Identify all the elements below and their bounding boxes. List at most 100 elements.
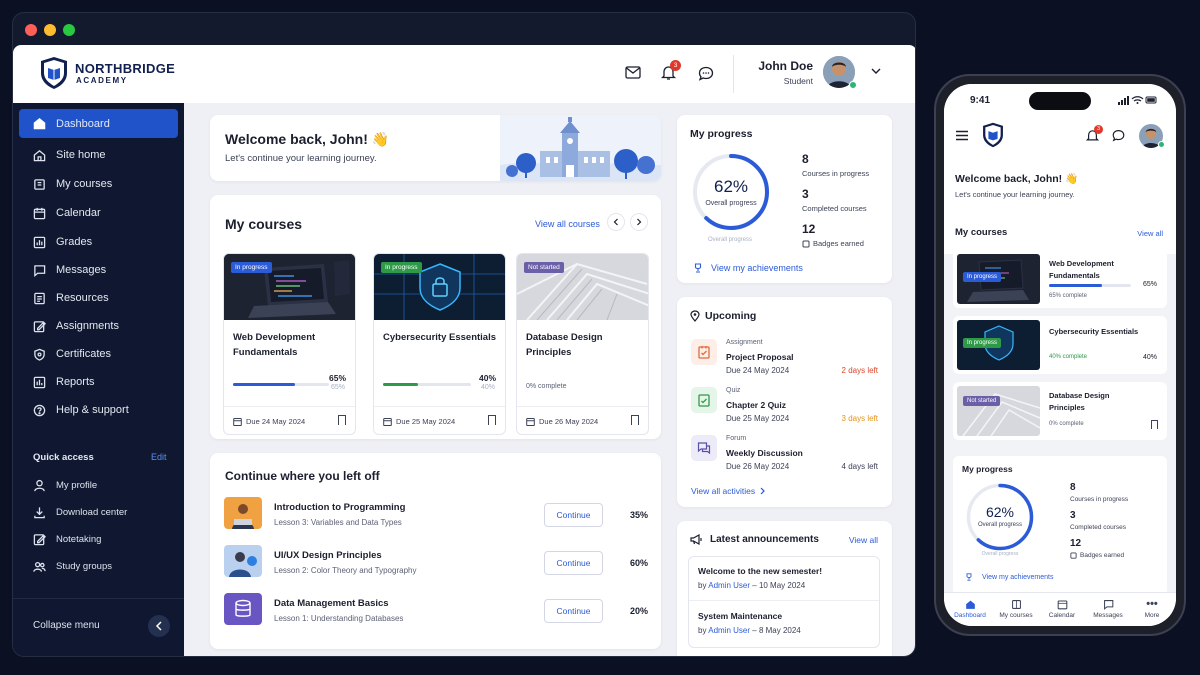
view-all-courses-link[interactable]: View all courses — [535, 219, 600, 229]
sidebar-item-label: My courses — [56, 178, 113, 190]
course-progress-ghost: 40% — [480, 384, 495, 391]
phone-course-card[interactable]: In progress Web Development Fundamentals… — [953, 250, 1167, 308]
book-icon — [1011, 600, 1021, 609]
phone-stat-number: 8 — [1070, 482, 1076, 493]
courses-prev-button[interactable] — [607, 213, 625, 231]
quick-access-edit-link[interactable]: Edit — [151, 452, 167, 462]
upcoming-card: Upcoming Assignment Project Proposal Due… — [677, 297, 892, 507]
course-card[interactable]: In progress Web Development Fundamentals… — [223, 253, 356, 435]
mail-icon[interactable] — [625, 66, 641, 79]
tab-dashboard[interactable]: Dashboard — [950, 599, 990, 619]
upcoming-name[interactable]: Project Proposal — [726, 352, 794, 362]
quick-item-my-profile[interactable]: My profile — [19, 479, 178, 492]
phone-chat-icon[interactable] — [1112, 129, 1125, 142]
collapse-menu-button[interactable] — [148, 615, 170, 637]
lesson-thumbnail — [224, 545, 262, 577]
announcements-header: Latest announcements — [690, 534, 819, 545]
view-all-activities-text: View all activities — [691, 486, 756, 496]
tab-label: Messages — [1093, 612, 1123, 619]
tab-calendar[interactable]: Calendar — [1042, 599, 1082, 619]
sidebar-item-site-home[interactable]: Site home — [19, 143, 178, 167]
course-progress-percent: 65% — [328, 373, 346, 383]
minimize-window-button[interactable] — [44, 24, 56, 36]
phone-view-all-link[interactable]: View all — [1137, 229, 1163, 238]
stat-label: Badges earned — [813, 239, 864, 248]
sidebar-item-grades[interactable]: Grades — [19, 230, 178, 254]
announcement-author[interactable]: Admin User — [708, 626, 750, 635]
courses-next-button[interactable] — [630, 213, 648, 231]
announcement-title[interactable]: Welcome to the new semester! — [698, 566, 822, 576]
upcoming-name[interactable]: Chapter 2 Quiz — [726, 400, 786, 410]
phone-achievements-link[interactable]: View my achievements — [965, 573, 1053, 581]
bookmark-icon[interactable] — [1151, 420, 1158, 429]
upcoming-name[interactable]: Weekly Discussion — [726, 448, 803, 458]
announcement-title[interactable]: System Maintenance — [698, 611, 782, 621]
continue-button[interactable]: Continue — [544, 551, 603, 575]
course-card[interactable]: In progress Cybersecurity Essentials 40%… — [373, 253, 506, 435]
course-due-text: Due 26 May 2024 — [539, 417, 599, 426]
stat-number: 3 — [802, 187, 809, 201]
phone-stat-label: Completed courses — [1070, 524, 1126, 531]
sidebar: Dashboard Site home My courses Calendar … — [13, 103, 184, 656]
view-all-announcements-link[interactable]: View all — [849, 535, 878, 545]
phone-course-badge: In progress — [963, 272, 1002, 282]
phone-course-title: Web Development Fundamentals — [1049, 259, 1114, 280]
main-content: Welcome back, John! 👋 Let's continue you… — [184, 103, 915, 656]
sidebar-item-certificates[interactable]: Certificates — [19, 342, 178, 366]
close-window-button[interactable] — [25, 24, 37, 36]
sidebar-item-label: Reports — [56, 376, 95, 388]
sidebar-item-help[interactable]: Help & support — [19, 398, 178, 422]
continue-button[interactable]: Continue — [544, 599, 603, 623]
phone-courses-title: My courses — [955, 227, 1008, 238]
view-all-activities-link[interactable]: View all activities — [691, 486, 765, 496]
course-status-badge: In progress — [231, 262, 272, 273]
bookmark-icon[interactable] — [631, 415, 639, 425]
course-title: Cybersecurity Essentials — [383, 332, 497, 343]
phone-tab-bar: Dashboard My courses Calendar Messages •… — [944, 592, 1176, 626]
quick-item-study-groups[interactable]: Study groups — [19, 560, 178, 573]
quick-item-notetaking[interactable]: Notetaking — [19, 533, 178, 546]
sidebar-item-reports[interactable]: Reports — [19, 370, 178, 394]
sidebar-item-my-courses[interactable]: My courses — [19, 172, 178, 196]
tab-more[interactable]: ••• More — [1132, 599, 1172, 620]
calendar-icon — [33, 207, 46, 219]
continue-button[interactable]: Continue — [544, 503, 603, 527]
logo-icon[interactable] — [40, 56, 68, 90]
hamburger-menu-icon[interactable] — [955, 130, 969, 141]
chart-icon — [33, 236, 46, 248]
bookmark-icon[interactable] — [338, 415, 346, 425]
upcoming-header: Upcoming — [690, 310, 756, 322]
maximize-window-button[interactable] — [63, 24, 75, 36]
tab-my-courses[interactable]: My courses — [996, 599, 1036, 619]
course-title: Web Development Fundamentals — [233, 332, 316, 358]
top-bar: NORTHBRIDGE ACADEMY 3 John Doe Student — [13, 45, 915, 103]
quick-item-download-center[interactable]: Download center — [19, 506, 178, 519]
sidebar-item-messages[interactable]: Messages — [19, 258, 178, 282]
phone-course-card[interactable]: In progress Cybersecurity Essentials 40%… — [953, 316, 1167, 374]
phone-stat-number: 3 — [1070, 510, 1076, 521]
course-divider — [517, 406, 648, 407]
chat-icon[interactable] — [698, 66, 714, 81]
lesson-course-title: Data Management Basics — [274, 598, 389, 609]
view-achievements-link[interactable]: View my achievements — [693, 263, 803, 273]
sidebar-item-calendar[interactable]: Calendar — [19, 201, 178, 225]
chevron-down-icon[interactable] — [871, 67, 881, 75]
sidebar-item-assignments[interactable]: Assignments — [19, 314, 178, 338]
tab-label: More — [1144, 612, 1160, 619]
campus-illustration — [500, 115, 661, 181]
upcoming-days-left: 4 days left — [841, 462, 878, 471]
chevron-left-icon — [613, 218, 618, 226]
announcement-author[interactable]: Admin User — [708, 581, 750, 590]
sidebar-item-dashboard[interactable]: Dashboard — [19, 109, 178, 138]
phone-course-complete: 40% complete — [1049, 354, 1088, 360]
course-card[interactable]: Not started Database Design Principles 0… — [516, 253, 649, 435]
bookmark-icon[interactable] — [488, 415, 496, 425]
tab-messages[interactable]: Messages — [1088, 599, 1128, 619]
upcoming-kind: Assignment — [726, 339, 763, 346]
phone-course-card[interactable]: Not started Database Design Principles 0… — [953, 382, 1167, 440]
header-divider — [733, 55, 734, 93]
sidebar-item-resources[interactable]: Resources — [19, 286, 178, 310]
phone-course-complete: 0% complete — [1049, 421, 1084, 427]
edit-icon — [33, 320, 46, 332]
phone-logo-icon[interactable] — [982, 122, 1004, 148]
